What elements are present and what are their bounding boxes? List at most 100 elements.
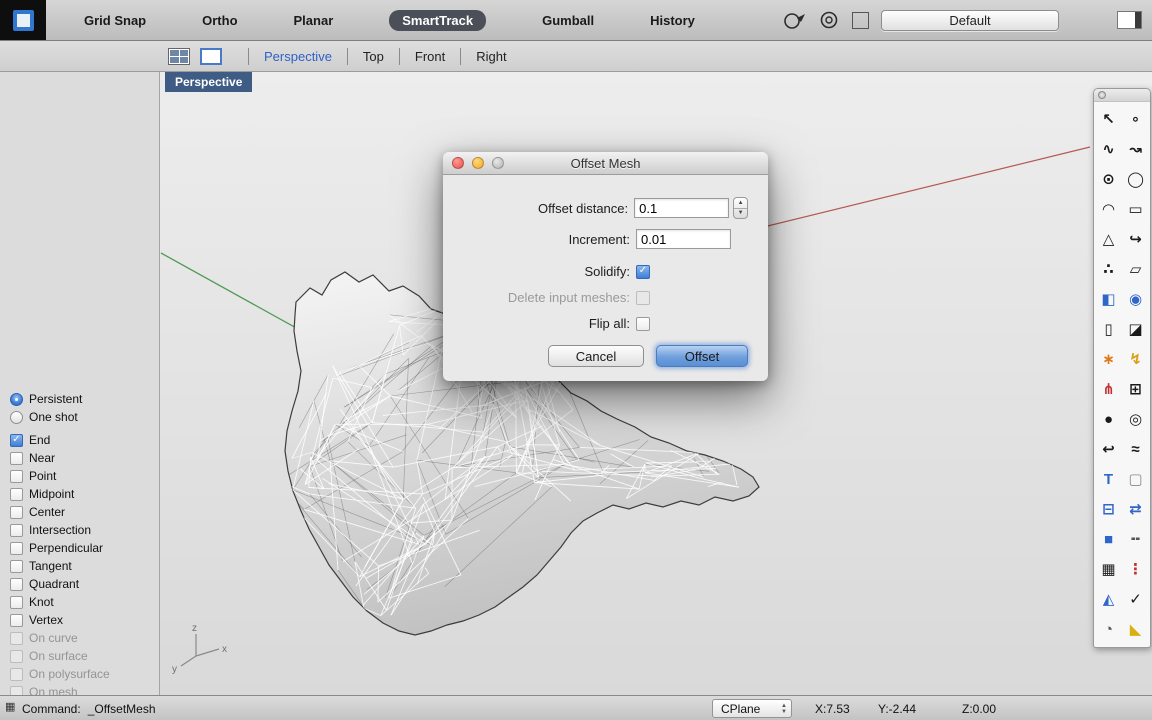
osnap-checkbox-row[interactable]: Near — [10, 449, 158, 467]
osnap-checkbox-row[interactable]: Tangent — [10, 557, 158, 575]
double-circle-icon[interactable] — [818, 9, 840, 31]
four-viewport-icon[interactable] — [168, 47, 190, 65]
osnap-checkbox-row[interactable]: Point — [10, 467, 158, 485]
arrow-circle-icon[interactable] — [782, 9, 806, 31]
plane-tool-icon[interactable]: ▱ — [1122, 254, 1149, 284]
viewport-layout-icons — [168, 47, 222, 65]
analyze-tool-icon[interactable]: ⋔ — [1095, 374, 1122, 404]
mirror-tool-icon[interactable]: ⇄ — [1122, 494, 1149, 524]
cylinder-tool-icon[interactable]: ▯ — [1095, 314, 1122, 344]
grid-tool-icon[interactable]: ▦ — [1095, 554, 1122, 584]
osnap-checkbox-row[interactable]: On polysurface — [10, 665, 158, 683]
osnap-checkbox-row[interactable]: On surface — [10, 647, 158, 665]
text-tool-icon[interactable]: T — [1095, 464, 1122, 494]
dialog-checkbox-row[interactable]: Delete input meshes: — [463, 290, 748, 305]
prism-tool-icon[interactable]: ◭ — [1095, 584, 1122, 614]
rectangle-tool-icon[interactable]: ▭ — [1122, 194, 1149, 224]
osnap-checkbox-row[interactable]: Perpendicular — [10, 539, 158, 557]
osnap-checkbox-row[interactable]: Midpoint — [10, 485, 158, 503]
ellipse-tool-icon[interactable]: ◯ — [1122, 164, 1149, 194]
checkbox-icon — [10, 577, 23, 591]
dashed-tool-icon[interactable]: ╍ — [1122, 524, 1149, 554]
toolbar-button[interactable]: Gumball — [542, 13, 594, 28]
solid-tool-icon[interactable]: ■ — [1095, 524, 1122, 554]
osnap-checkbox-row[interactable]: End — [10, 431, 158, 449]
checkbox-icon — [10, 631, 23, 645]
stepper-up-icon[interactable]: ▲ — [734, 198, 747, 209]
point-tool-icon[interactable]: ∘ — [1122, 104, 1149, 134]
osnap-label: Near — [29, 451, 56, 465]
osnap-label: On polysurface — [29, 667, 110, 681]
dialog-checkbox-list: Solidify: Delete input meshes: Flip all: — [463, 264, 748, 331]
display-mode-value: Default — [949, 12, 991, 28]
stepper-down-icon[interactable]: ▼ — [734, 209, 747, 219]
toolbar-button[interactable]: Planar — [294, 13, 334, 28]
increment-label: Increment: — [568, 231, 630, 247]
curve-tool-icon[interactable]: ∿ — [1095, 134, 1122, 164]
hook-tool-icon[interactable]: ↩ — [1095, 434, 1122, 464]
dialog-checkbox-row[interactable]: Solidify: — [463, 264, 748, 279]
sphere-dark-tool-icon[interactable]: ● — [1095, 404, 1122, 434]
command-line[interactable]: Command: _OffsetMesh — [22, 702, 156, 716]
pointcloud-tool-icon[interactable]: ∴ — [1095, 254, 1122, 284]
torus-tool-icon[interactable]: ◎ — [1122, 404, 1149, 434]
cancel-button[interactable]: Cancel — [548, 345, 644, 367]
command-history-icon[interactable]: ▦ — [5, 702, 15, 713]
pointcolumn-tool-icon[interactable]: ⋮ — [1122, 554, 1149, 584]
cplane-dropdown[interactable]: CPlane ▲ ▼ — [712, 699, 792, 718]
viewport-title-badge[interactable]: Perspective — [165, 72, 253, 92]
arc-tool-icon[interactable]: ◠ — [1095, 194, 1122, 224]
array-tool-icon[interactable]: ⊞ — [1122, 374, 1149, 404]
boundingbox-tool-icon[interactable]: ▢ — [1122, 464, 1149, 494]
palette-close-icon[interactable] — [1098, 91, 1106, 99]
sphere-tool-icon[interactable]: ◉ — [1122, 284, 1149, 314]
pie-tool-icon[interactable]: ◔ — [1095, 614, 1122, 644]
checkbox-icon — [636, 264, 650, 279]
extrude-tool-icon[interactable]: ◪ — [1122, 314, 1149, 344]
toolbar-button[interactable]: Ortho — [202, 13, 237, 28]
mesh-tool-icon[interactable]: ∗ — [1095, 344, 1122, 374]
offset-distance-stepper[interactable]: ▲ ▼ — [733, 197, 748, 219]
toolbar-button[interactable]: History — [650, 13, 695, 28]
viewport-tab[interactable]: Front — [398, 47, 460, 65]
osnap-checkbox-row[interactable]: Intersection — [10, 521, 158, 539]
viewport-tab[interactable]: Perspective — [248, 47, 347, 65]
pointer-tool-icon[interactable]: ↖ — [1095, 104, 1122, 134]
toolbar-button[interactable]: Grid Snap — [84, 13, 146, 28]
circle-tool-icon[interactable]: ⊙ — [1095, 164, 1122, 194]
osnap-checkbox-row[interactable]: Center — [10, 503, 158, 521]
panel-toggle-icon[interactable] — [1117, 11, 1142, 29]
display-mode-dropdown[interactable]: Default — [881, 9, 1059, 31]
single-viewport-icon[interactable] — [200, 47, 222, 65]
color-swatch[interactable] — [852, 11, 869, 29]
render-tool-icon[interactable]: ↯ — [1122, 344, 1149, 374]
zoom-icon[interactable] — [492, 157, 504, 169]
checkbox-icon — [10, 667, 23, 681]
checkbox-icon — [10, 433, 23, 447]
offset-distance-input[interactable] — [634, 198, 730, 218]
check-tool-icon[interactable]: ✓ — [1122, 584, 1149, 614]
traffic-lights — [452, 157, 504, 169]
viewport-tab[interactable]: Top — [346, 47, 399, 65]
osnap-checkbox-row[interactable]: Vertex — [10, 611, 158, 629]
wedge-tool-icon[interactable]: ◣ — [1122, 614, 1149, 644]
box-tool-icon[interactable]: ◧ — [1095, 284, 1122, 314]
viewport-tab[interactable]: Right — [460, 47, 521, 65]
freeform-tool-icon[interactable]: ↪ — [1122, 224, 1149, 254]
osnap-checkbox-row[interactable]: On curve — [10, 629, 158, 647]
dialog-checkbox-row[interactable]: Flip all: — [463, 316, 748, 331]
osnap-mode-option[interactable]: Persistent — [10, 390, 158, 408]
close-icon[interactable] — [452, 157, 464, 169]
osnap-mode-option[interactable]: One shot — [10, 408, 158, 426]
osnap-checkbox-row[interactable]: Quadrant — [10, 575, 158, 593]
minimize-icon[interactable] — [472, 157, 484, 169]
interpcurve-tool-icon[interactable]: ↝ — [1122, 134, 1149, 164]
osnap-checkbox-row[interactable]: Knot — [10, 593, 158, 611]
spring-tool-icon[interactable]: ≈ — [1122, 434, 1149, 464]
polygon-tool-icon[interactable]: △ — [1095, 224, 1122, 254]
osnap-checkbox-row[interactable]: On mesh — [10, 683, 158, 695]
increment-input[interactable] — [636, 229, 731, 249]
offset-button[interactable]: Offset — [656, 345, 748, 367]
split-tool-icon[interactable]: ⊟ — [1095, 494, 1122, 524]
toolbar-button[interactable]: SmartTrack — [389, 9, 487, 31]
